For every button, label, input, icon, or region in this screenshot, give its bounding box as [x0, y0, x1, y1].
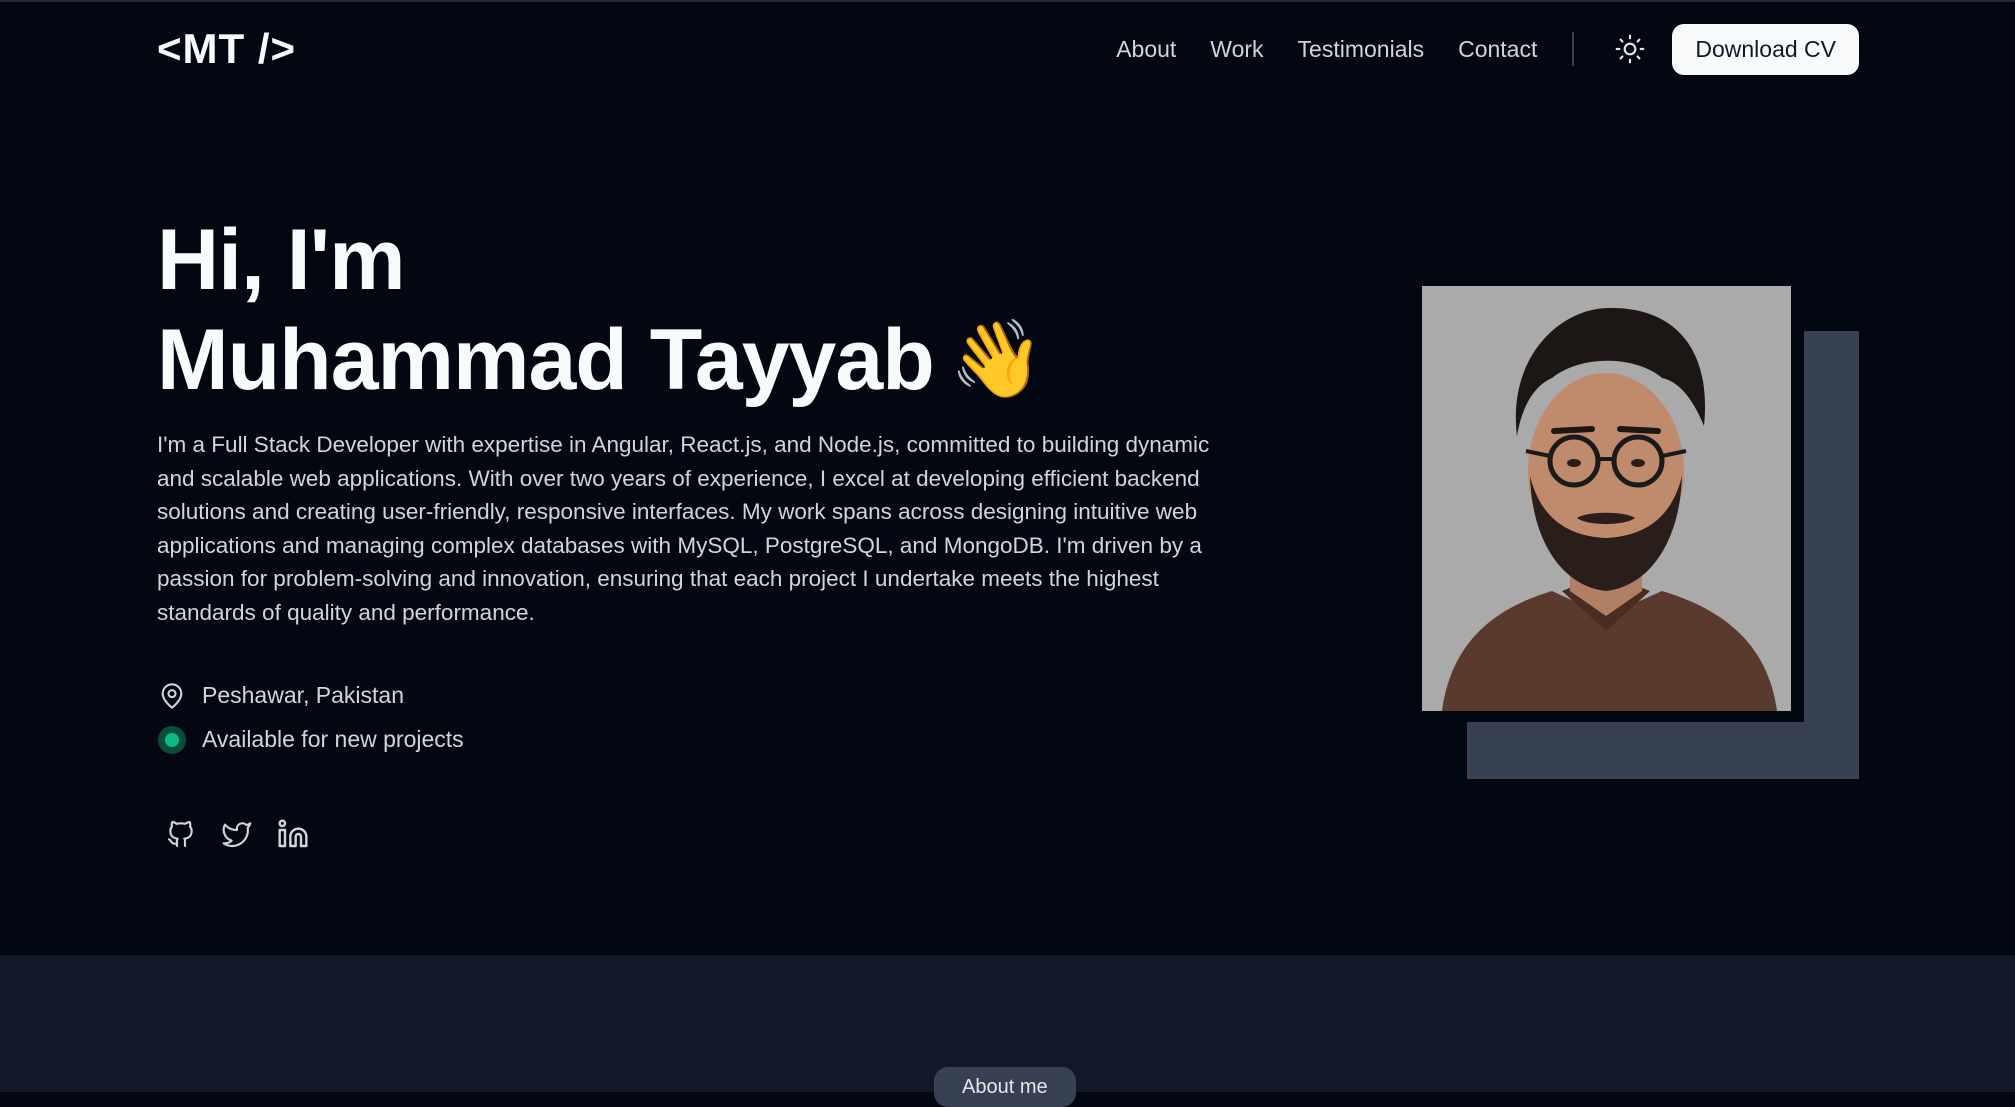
nav-link-work[interactable]: Work: [1210, 36, 1263, 63]
hero-section: Hi, I'm Muhammad Tayyab 👋 I'm a Full Sta…: [157, 210, 1257, 854]
social-links: [161, 814, 1257, 854]
about-section: About me: [0, 955, 2015, 1107]
github-icon[interactable]: [161, 814, 201, 854]
site-header: <MT /> About Work Testimonials Contact D…: [157, 22, 1859, 76]
sun-icon: [1615, 34, 1645, 64]
twitter-icon[interactable]: [217, 814, 257, 854]
availability-row: Available for new projects: [157, 718, 1257, 762]
nav-divider: [1572, 32, 1575, 66]
hero-name-row: Muhammad Tayyab 👋: [157, 310, 1257, 410]
about-me-badge: About me: [934, 1067, 1076, 1107]
linkedin-icon[interactable]: [273, 814, 313, 854]
location-row: Peshawar, Pakistan: [157, 674, 1257, 718]
availability-text: Available for new projects: [202, 726, 464, 753]
theme-toggle-button[interactable]: [1610, 29, 1650, 69]
nav-link-about[interactable]: About: [1116, 36, 1176, 63]
nav-link-testimonials[interactable]: Testimonials: [1298, 36, 1425, 63]
nav-link-contact[interactable]: Contact: [1458, 36, 1537, 63]
hero-greeting: Hi, I'm: [157, 212, 406, 308]
profile-photo: [1422, 286, 1791, 711]
location-text: Peshawar, Pakistan: [202, 682, 405, 709]
top-border: [0, 0, 2015, 2]
waving-hand-icon: 👋: [949, 317, 1045, 402]
hero-bio: I'm a Full Stack Developer with expertis…: [157, 432, 1210, 625]
main-nav: About Work Testimonials Contact Download…: [1116, 23, 1859, 75]
hero-meta: Peshawar, Pakistan Available for new pro…: [157, 674, 1257, 762]
status-dot-icon: [157, 725, 187, 755]
map-pin-icon: [157, 681, 187, 711]
site-logo[interactable]: <MT />: [157, 25, 296, 73]
download-cv-button[interactable]: Download CV: [1672, 23, 1859, 75]
hero-name: Muhammad Tayyab: [157, 312, 935, 408]
